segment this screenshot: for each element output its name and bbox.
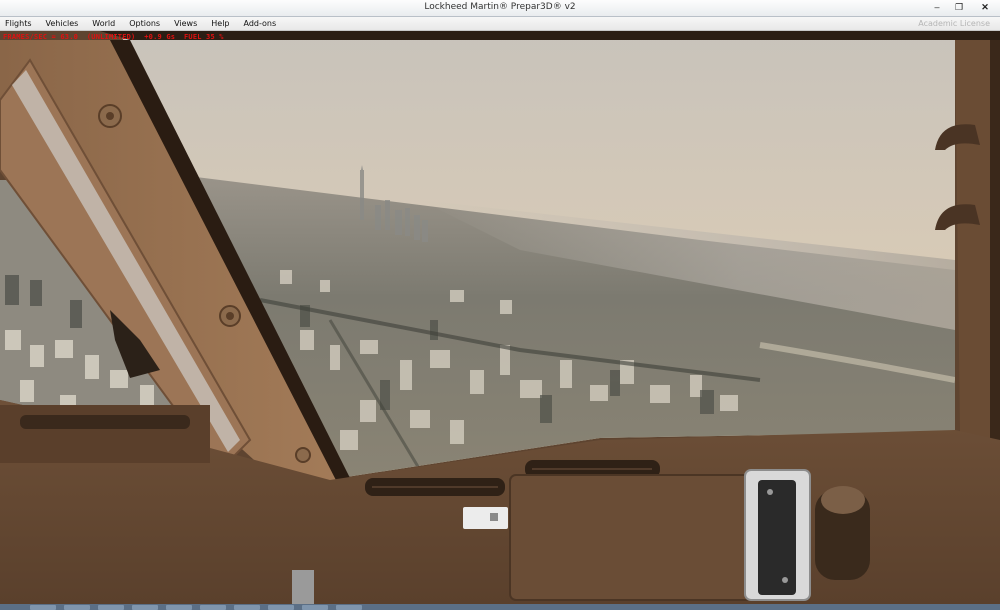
taskbar-button[interactable] <box>268 605 294 610</box>
window-title-bar: Lockheed Martin® Prepar3D® v2 – ❐ ✕ <box>0 0 1000 17</box>
hud-status-readout: FRAMES/SEC = 63.0 (UNLIMITED) +0.9 Gs FU… <box>3 33 224 41</box>
menu-items: Flights Vehicles World Options Views Hel… <box>5 17 276 30</box>
taskbar-button[interactable] <box>98 605 124 610</box>
taskbar-button[interactable] <box>132 605 158 610</box>
taskbar-button[interactable] <box>64 605 90 610</box>
taskbar-button[interactable] <box>30 605 56 610</box>
lower-pipe <box>292 570 314 606</box>
menu-bar: Flights Vehicles World Options Views Hel… <box>0 17 1000 31</box>
taskbar-button[interactable] <box>302 605 328 610</box>
menu-vehicles[interactable]: Vehicles <box>46 17 79 30</box>
cockpit-scene <box>0 31 1000 606</box>
taskbar-button[interactable] <box>200 605 226 610</box>
menu-add-ons[interactable]: Add-ons <box>244 17 277 30</box>
window-controls: – ❐ ✕ <box>926 0 1000 14</box>
license-label: Academic License <box>918 19 990 28</box>
menu-help[interactable]: Help <box>211 17 229 30</box>
center-console-panel <box>509 474 761 601</box>
simulator-viewport[interactable] <box>0 31 1000 606</box>
maximize-button[interactable]: ❐ <box>948 0 970 14</box>
menu-views[interactable]: Views <box>174 17 197 30</box>
taskbar-button[interactable] <box>166 605 192 610</box>
bolt-icon <box>295 447 311 463</box>
menu-flights[interactable]: Flights <box>5 17 32 30</box>
menu-options[interactable]: Options <box>129 17 160 30</box>
window-title: Lockheed Martin® Prepar3D® v2 <box>424 2 576 12</box>
minimize-button[interactable]: – <box>926 0 948 14</box>
taskbar-button[interactable] <box>234 605 260 610</box>
taskbar-button[interactable] <box>336 605 362 610</box>
white-switch[interactable] <box>463 507 508 529</box>
close-button[interactable]: ✕ <box>970 0 1000 14</box>
menu-world[interactable]: World <box>92 17 115 30</box>
